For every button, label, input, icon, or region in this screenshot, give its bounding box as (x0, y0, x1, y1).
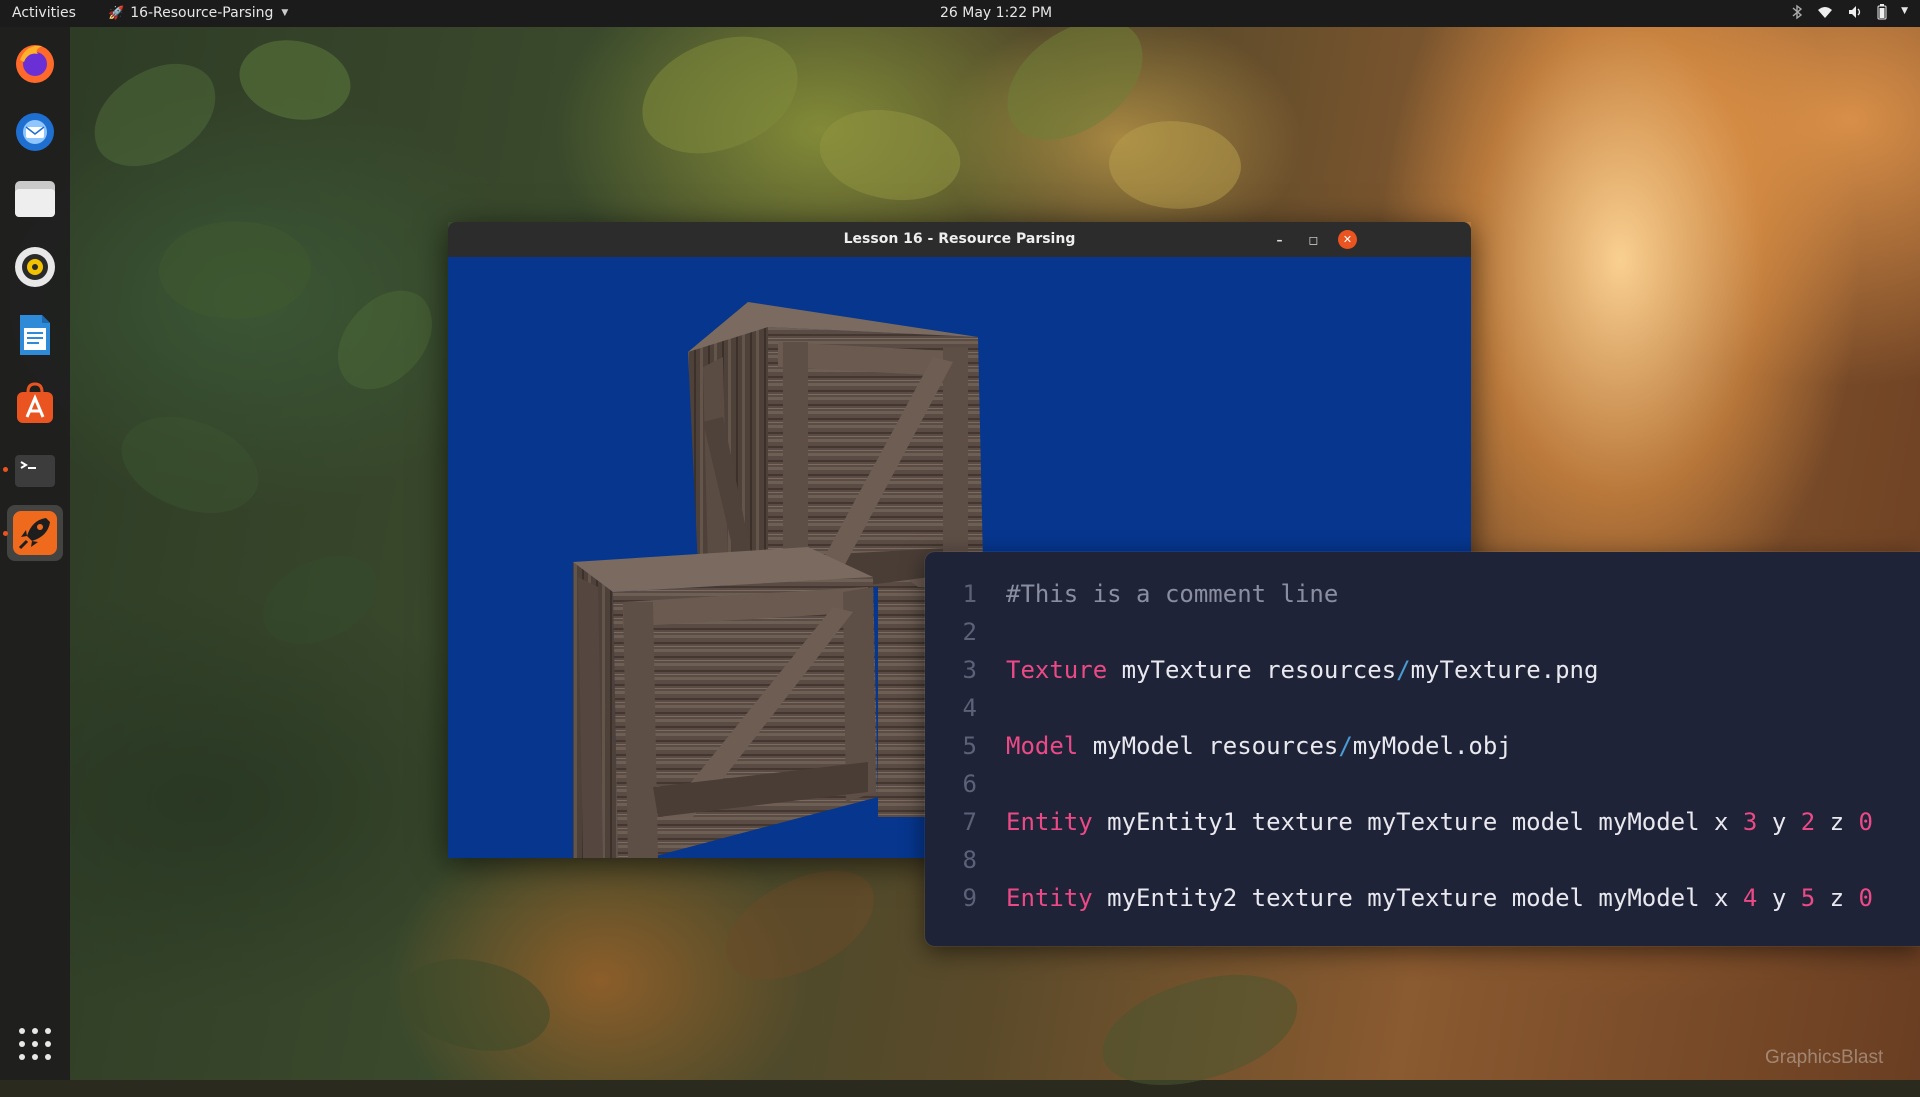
code-token: z (1815, 808, 1859, 836)
code-token: myModel resources (1078, 732, 1339, 760)
bluetooth-icon (1791, 4, 1803, 24)
system-tray[interactable]: ▼ (1791, 4, 1908, 24)
close-button[interactable]: ✕ (1338, 230, 1357, 249)
code-token: y (1757, 808, 1801, 836)
line-number: 9 (962, 884, 977, 912)
code-token: / (1396, 656, 1411, 684)
code-token: y (1757, 884, 1801, 912)
code-panel: 1 #This is a comment line 2 3 Texture myText… (925, 552, 1920, 946)
watermark: GraphicsBlast (1765, 1047, 1884, 1068)
dock-terminal[interactable] (7, 443, 63, 499)
code-token: myModel.obj (1352, 732, 1512, 760)
code-token: z (1815, 884, 1859, 912)
volume-icon (1847, 4, 1863, 24)
dock-files[interactable] (7, 171, 63, 227)
running-indicator (3, 531, 8, 536)
dock (0, 27, 70, 1080)
line-number: 4 (962, 694, 977, 722)
minimize-button[interactable]: – (1270, 230, 1289, 249)
activities-button[interactable]: Activities (12, 5, 76, 21)
code-token: myTexture.png (1410, 656, 1599, 684)
code-token: 5 (1800, 884, 1816, 912)
line-number: 2 (962, 618, 977, 646)
line-number: 7 (962, 808, 977, 836)
dock-rhythmbox[interactable] (7, 239, 63, 295)
battery-icon (1877, 4, 1887, 24)
code-text: Entity myEntity2 texture myTexture model… (1006, 884, 1873, 912)
dock-firefox[interactable] (7, 35, 63, 91)
code-token: myEntity2 texture myTexture model myMode… (1092, 884, 1743, 912)
line-number: 8 (962, 846, 977, 874)
code-token: / (1338, 732, 1353, 760)
code-token: Model (1006, 732, 1079, 760)
maximize-button[interactable]: ◻ (1304, 230, 1323, 249)
code-token: 3 (1742, 808, 1758, 836)
code-text: Model myModel resources/myModel.obj (1006, 732, 1512, 760)
code-token: 2 (1800, 808, 1816, 836)
app-menu[interactable]: 🚀 16-Resource-Parsing ▼ (108, 5, 288, 21)
caret-down-icon: ▼ (281, 8, 289, 18)
window-titlebar[interactable]: Lesson 16 - Resource Parsing – ◻ ✕ (448, 222, 1471, 257)
code-token: 0 (1858, 884, 1873, 912)
terminal-icon (15, 455, 55, 487)
document-icon (20, 315, 50, 355)
code-text: Texture myTexture resources/myTexture.pn… (1006, 656, 1598, 684)
line-number: 6 (962, 770, 977, 798)
folder-icon (15, 181, 55, 217)
firefox-icon (16, 45, 54, 83)
wifi-icon (1817, 4, 1833, 24)
caret-down-icon: ▼ (1901, 6, 1908, 16)
dock-writer[interactable] (7, 307, 63, 363)
software-store-icon (17, 382, 53, 423)
line-number: 5 (962, 732, 977, 760)
top-bar: Activities 🚀 16-Resource-Parsing ▼ 26 Ma… (0, 0, 1920, 27)
clock[interactable]: 26 May 1:22 PM (940, 5, 1052, 21)
crate-front (573, 547, 878, 858)
code-token: 4 (1742, 884, 1758, 912)
code-token: myTexture resources (1107, 656, 1397, 684)
code-token: 0 (1858, 808, 1873, 836)
line-number: 1 (962, 580, 977, 608)
dock-thunderbird[interactable] (7, 103, 63, 159)
dock-software[interactable] (7, 375, 63, 431)
rocket-icon (13, 511, 57, 555)
code-token: Entity (1006, 884, 1093, 912)
code-token: myEntity1 texture myTexture model myMode… (1092, 808, 1743, 836)
dock-rocket-app[interactable] (7, 505, 63, 561)
code-text: Entity myEntity1 texture myTexture model… (1006, 808, 1873, 836)
rocket-icon: 🚀 (108, 5, 125, 21)
code-token: #This is a comment line (1006, 580, 1339, 608)
code-text: #This is a comment line (1006, 580, 1338, 608)
code-token: Entity (1006, 808, 1093, 836)
app-menu-label: 16-Resource-Parsing (130, 5, 274, 21)
speaker-icon (15, 247, 55, 287)
code-token: Texture (1006, 656, 1108, 684)
running-indicator (3, 467, 8, 472)
thunderbird-icon (16, 113, 54, 151)
line-number: 3 (962, 656, 977, 684)
show-applications-button[interactable] (19, 1028, 51, 1060)
